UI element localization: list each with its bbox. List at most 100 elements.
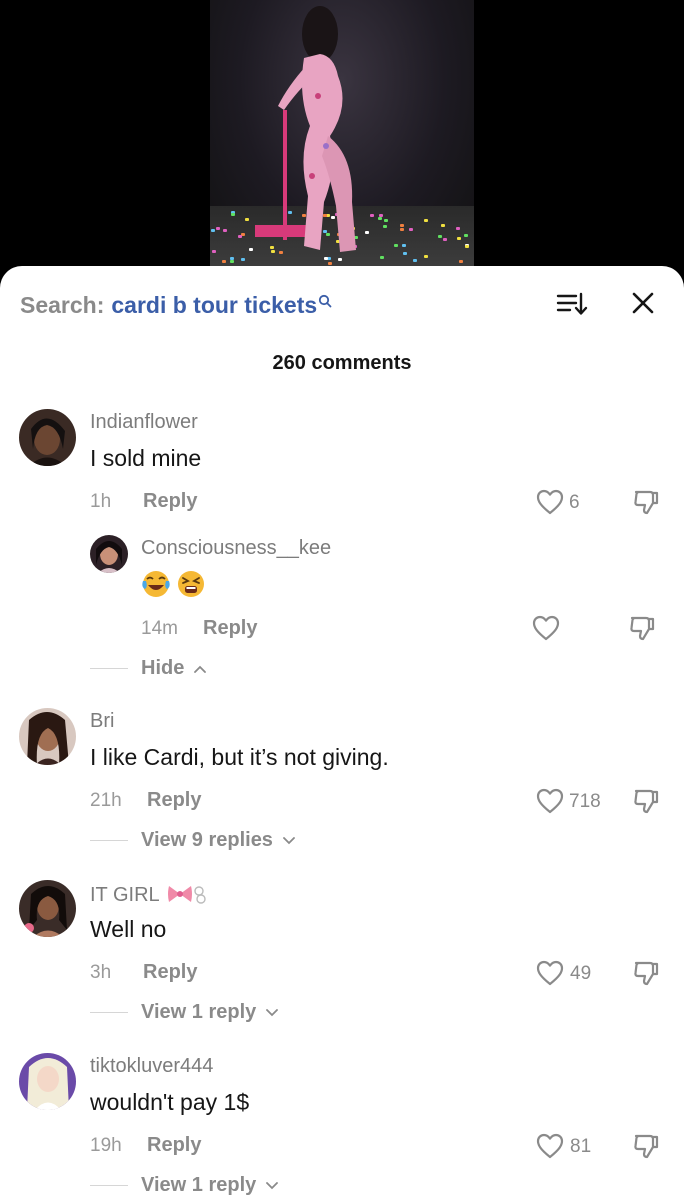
- performer-figure: [278, 6, 356, 252]
- confetti-piece: [222, 260, 226, 263]
- comment-time: 14m: [141, 618, 178, 639]
- thread-divider: [90, 1185, 128, 1186]
- view-replies-button[interactable]: View 1 reply: [141, 1001, 278, 1024]
- username[interactable]: Consciousness__kee: [141, 537, 331, 560]
- confetti-piece: [216, 227, 220, 230]
- confetti-piece: [380, 256, 384, 259]
- thread-divider: [90, 668, 128, 669]
- confetti-piece: [223, 229, 227, 232]
- chevron-up-icon: [194, 665, 206, 673]
- avatar[interactable]: [90, 535, 128, 573]
- heart-icon[interactable]: [532, 615, 560, 641]
- like-count: 6: [569, 492, 580, 513]
- confetti-piece: [456, 227, 460, 230]
- username[interactable]: IT GIRL: [90, 882, 207, 907]
- heart-icon[interactable]: [536, 960, 564, 986]
- avatar[interactable]: [19, 880, 76, 937]
- reply-button[interactable]: Reply: [147, 789, 201, 812]
- face-with-tears-of-joy-icon: [142, 571, 170, 597]
- confetti-piece: [383, 225, 387, 228]
- comment-time: 21h: [90, 790, 122, 811]
- view-replies-button[interactable]: View 1 reply: [141, 1174, 278, 1197]
- confetti-piece: [402, 244, 406, 247]
- bow-emoji-icon: [168, 886, 207, 904]
- thread-label: View 1 reply: [141, 1174, 257, 1196]
- comment-item: tiktokluver444 wouldn't pay 1$ 19h Reply…: [0, 1051, 684, 1200]
- search-icon: [319, 294, 332, 308]
- thread-divider: [90, 840, 128, 841]
- hide-replies-button[interactable]: Hide: [141, 657, 206, 680]
- video-player[interactable]: [0, 0, 684, 290]
- confetti-piece: [231, 213, 235, 216]
- chevron-down-icon: [282, 836, 295, 844]
- heart-icon[interactable]: [536, 788, 564, 814]
- chevron-down-icon: [265, 1008, 278, 1016]
- confetti-piece: [409, 228, 413, 231]
- close-icon[interactable]: [630, 290, 656, 316]
- confetti-piece: [443, 238, 447, 241]
- comment-count: 260 comments: [272, 352, 412, 374]
- like-count: 718: [569, 791, 601, 812]
- confetti-piece: [394, 244, 398, 247]
- confetti-piece: [400, 228, 404, 231]
- view-replies-button[interactable]: View 9 replies: [141, 829, 295, 852]
- reply-button[interactable]: Reply: [147, 1134, 201, 1157]
- confetti-piece: [238, 235, 242, 238]
- comment-item: Indianflower I sold mine 1h Reply 6 Cons…: [0, 406, 684, 686]
- like-count: 81: [570, 1136, 592, 1157]
- confetti-piece: [384, 219, 388, 222]
- confetti-piece: [378, 217, 382, 220]
- dislike-icon[interactable]: [632, 959, 660, 987]
- confetti-piece: [212, 250, 216, 253]
- username[interactable]: tiktokluver444: [90, 1055, 213, 1078]
- comment-text: I sold mine: [90, 445, 202, 471]
- avatar[interactable]: [19, 1053, 76, 1110]
- heart-icon[interactable]: [536, 489, 564, 515]
- tired-face-icon: [178, 571, 204, 597]
- confetti-piece: [400, 224, 404, 227]
- confetti-piece: [424, 255, 428, 258]
- confetti-piece: [457, 237, 461, 240]
- comments-sheet: Search: cardi b tour tickets 260 comment…: [0, 266, 684, 1200]
- confetti-piece: [403, 252, 407, 255]
- confetti-piece: [230, 260, 234, 263]
- like-count: 49: [570, 963, 592, 984]
- dislike-icon[interactable]: [632, 787, 660, 815]
- reply-button[interactable]: Reply: [203, 617, 257, 640]
- dislike-icon[interactable]: [632, 1132, 660, 1160]
- username-text: IT GIRL: [90, 884, 159, 906]
- dislike-icon[interactable]: [628, 614, 656, 642]
- heart-icon[interactable]: [536, 1133, 564, 1159]
- reply-button[interactable]: Reply: [143, 490, 197, 513]
- comment-text: I like Cardi, but it’s not giving.: [90, 744, 389, 770]
- thread-label: View 9 replies: [141, 829, 273, 851]
- comment-text: wouldn't pay 1$: [90, 1089, 250, 1115]
- dislike-icon[interactable]: [632, 488, 660, 516]
- username[interactable]: Indianflower: [90, 411, 198, 434]
- confetti-piece: [459, 260, 463, 263]
- avatar[interactable]: [19, 708, 76, 765]
- confetti-piece: [424, 219, 428, 222]
- thread-label: View 1 reply: [141, 1001, 257, 1023]
- chevron-down-icon: [265, 1181, 278, 1189]
- confetti-piece: [438, 235, 442, 238]
- comment-time: 3h: [90, 962, 112, 983]
- comment-text: Well no: [90, 916, 167, 942]
- comment-time: 1h: [90, 491, 112, 512]
- confetti-piece: [441, 224, 445, 227]
- confetti-piece: [245, 218, 249, 221]
- search-prefix: Search:: [20, 291, 105, 318]
- confetti-piece: [211, 229, 215, 232]
- search-term-link[interactable]: cardi b tour tickets: [111, 292, 317, 319]
- avatar[interactable]: [19, 409, 76, 466]
- thread-label: Hide: [141, 657, 185, 679]
- comment-time: 19h: [90, 1135, 122, 1156]
- confetti-piece: [464, 234, 468, 237]
- confetti-piece: [241, 258, 245, 261]
- reply-button[interactable]: Reply: [143, 961, 197, 984]
- username[interactable]: Bri: [90, 710, 114, 733]
- thread-divider: [90, 1012, 128, 1013]
- comment-item: IT GIRL Well no 3h Reply 49 View 1 reply: [0, 878, 684, 1028]
- comment-item: Bri I like Cardi, but it’s not giving. 2…: [0, 706, 684, 856]
- sort-icon[interactable]: [556, 290, 588, 318]
